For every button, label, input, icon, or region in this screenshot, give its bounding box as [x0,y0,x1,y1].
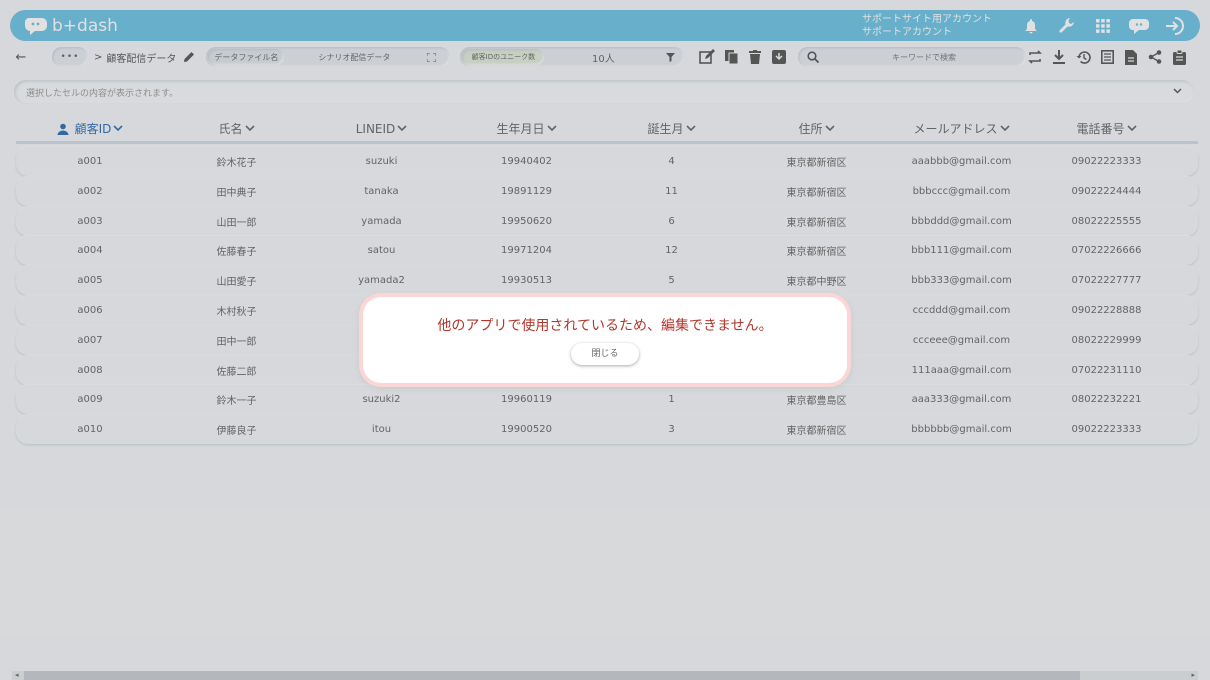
close-button[interactable]: 閉じる [571,343,639,365]
dialog-message: 他のアプリで使用されているため、編集できません。 [437,318,773,334]
error-dialog: 他のアプリで使用されているため、編集できません。 閉じる [363,297,847,383]
